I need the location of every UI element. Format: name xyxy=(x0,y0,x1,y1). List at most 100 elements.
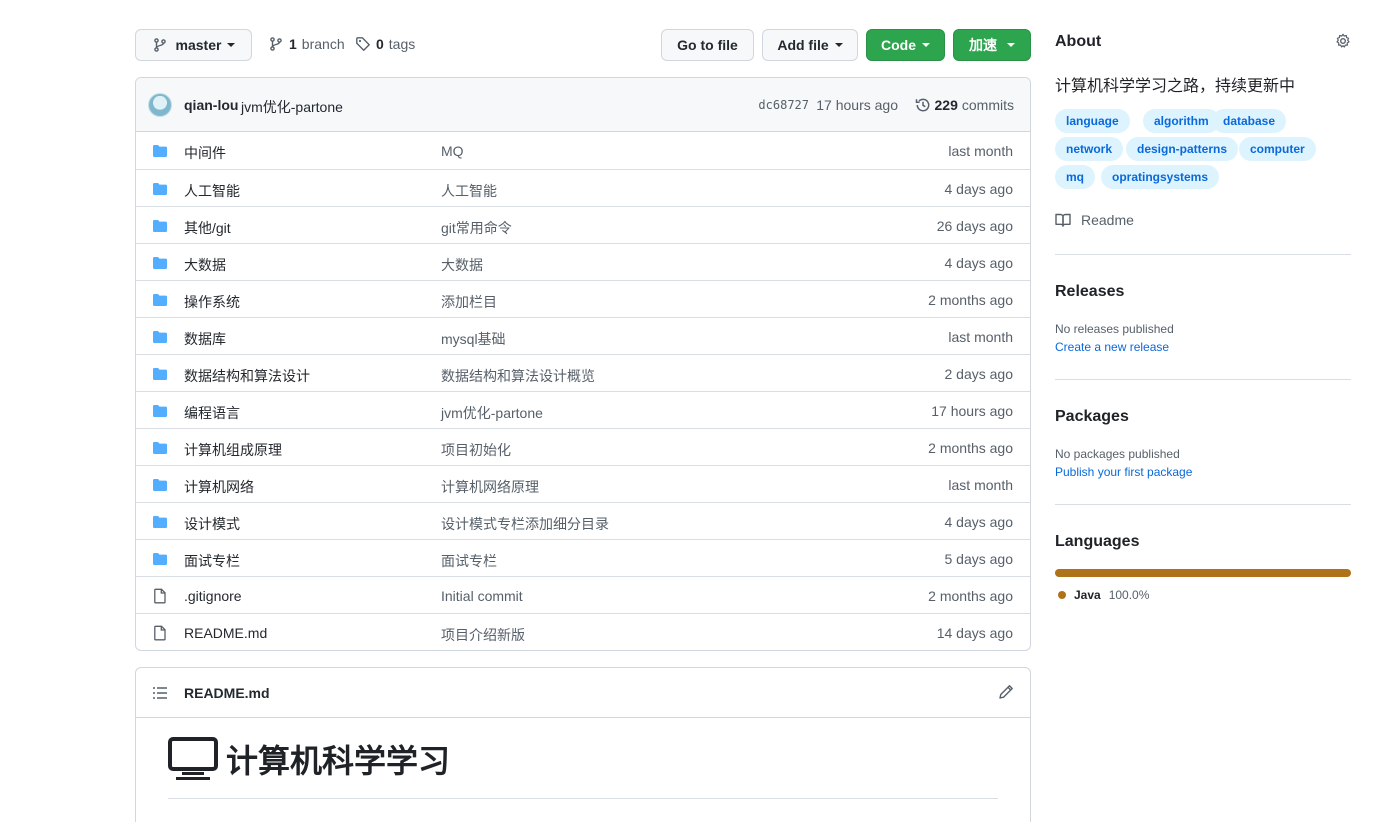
topic-tag[interactable]: network xyxy=(1055,137,1124,161)
file-row[interactable]: 其他/git git常用命令 26 days ago xyxy=(136,206,1030,243)
file-name-link[interactable]: 中间件 xyxy=(184,143,226,163)
topic-tag[interactable]: language xyxy=(1055,109,1130,133)
gear-icon[interactable] xyxy=(1335,33,1351,49)
tag-icon xyxy=(355,36,371,52)
readme-heading-text: 计算机科学学习 xyxy=(226,743,451,779)
readme-link[interactable]: Readme xyxy=(1055,212,1134,228)
file-name-link[interactable]: 设计模式 xyxy=(184,514,240,534)
commits-link[interactable]: 229 commits xyxy=(915,97,1014,113)
topic-tag[interactable]: mq xyxy=(1055,165,1095,189)
file-commit-time: last month xyxy=(948,329,1013,345)
file-name-link[interactable]: 操作系统 xyxy=(184,292,240,312)
folder-icon xyxy=(152,218,168,234)
file-row[interactable]: .gitignore Initial commit 2 months ago xyxy=(136,576,1030,613)
divider xyxy=(1055,254,1351,255)
add-file-button[interactable]: Add file xyxy=(762,29,858,61)
file-commit-message[interactable]: 人工智能 xyxy=(441,181,497,201)
file-name-link[interactable]: 其他/git xyxy=(184,218,231,238)
topic-tag[interactable]: design-patterns xyxy=(1126,137,1239,161)
chevron-down-icon xyxy=(1007,43,1015,47)
file-commit-message[interactable]: 大数据 xyxy=(441,255,483,275)
file-commit-time: 4 days ago xyxy=(944,255,1014,271)
file-commit-time: 2 days ago xyxy=(944,366,1014,382)
file-row[interactable]: 面试专栏 面试专栏 5 days ago xyxy=(136,539,1030,576)
file-row[interactable]: 数据库 mysql基础 last month xyxy=(136,317,1030,354)
file-name-link[interactable]: 计算机网络 xyxy=(184,477,254,497)
file-commit-message[interactable]: 面试专栏 xyxy=(441,551,497,571)
folder-icon xyxy=(152,477,168,493)
packages-title[interactable]: Packages xyxy=(1055,408,1129,426)
languages-title: Languages xyxy=(1055,533,1140,550)
commit-author[interactable]: qian-lou xyxy=(184,97,238,113)
commit-message[interactable]: jvm优化-partone xyxy=(241,97,343,117)
file-row[interactable]: 计算机组成原理 项目初始化 2 months ago xyxy=(136,428,1030,465)
file-commit-message[interactable]: 设计模式专栏添加细分目录 xyxy=(441,514,609,534)
folder-icon xyxy=(152,551,168,567)
folder-icon xyxy=(152,292,168,308)
branch-select-button[interactable]: master xyxy=(135,29,252,61)
file-name-link[interactable]: 大数据 xyxy=(184,255,226,275)
readme-heading: 计算机科学学习 xyxy=(168,736,450,782)
chevron-down-icon xyxy=(922,43,930,47)
about-title: About xyxy=(1055,33,1102,50)
latest-commit-bar: qian-lou jvm优化-partone dc68727 17 hours … xyxy=(136,78,1030,132)
file-commit-message[interactable]: 添加栏目 xyxy=(441,292,497,312)
file-row[interactable]: 人工智能 人工智能 4 days ago xyxy=(136,169,1030,206)
topic-tag[interactable]: database xyxy=(1212,109,1287,133)
file-commit-message[interactable]: git常用命令 xyxy=(441,218,512,238)
publish-package-link[interactable]: Publish your first package xyxy=(1055,465,1192,479)
releases-title[interactable]: Releases xyxy=(1055,283,1124,301)
file-row[interactable]: README.md 项目介绍新版 14 days ago xyxy=(136,613,1030,650)
git-branch-icon xyxy=(268,36,284,52)
file-row[interactable]: 大数据 大数据 4 days ago xyxy=(136,243,1030,280)
commit-count-label: commits xyxy=(961,97,1014,113)
chevron-down-icon xyxy=(834,43,843,47)
file-name-link[interactable]: 计算机组成原理 xyxy=(184,440,282,460)
file-commit-message[interactable]: 项目初始化 xyxy=(441,440,511,460)
file-name-link[interactable]: 编程语言 xyxy=(184,403,240,423)
file-row[interactable]: 数据结构和算法设计 数据结构和算法设计概览 2 days ago xyxy=(136,354,1030,391)
file-row[interactable]: 计算机网络 计算机网络原理 last month xyxy=(136,465,1030,502)
branches-link[interactable]: 1 branch xyxy=(268,36,345,52)
branch-label: branch xyxy=(301,36,345,52)
file-row[interactable]: 操作系统 添加栏目 2 months ago xyxy=(136,280,1030,317)
branch-name: master xyxy=(175,37,222,53)
commit-sha[interactable]: dc68727 xyxy=(758,98,809,112)
file-commit-message[interactable]: mysql基础 xyxy=(441,329,506,349)
file-commit-message[interactable]: 项目介绍新版 xyxy=(441,625,525,645)
topic-tag[interactable]: algorithm xyxy=(1143,109,1220,133)
language-name: Java xyxy=(1074,588,1101,602)
file-commit-message[interactable]: jvm优化-partone xyxy=(441,403,543,423)
file-name-link[interactable]: 数据结构和算法设计 xyxy=(184,366,310,386)
pencil-icon[interactable] xyxy=(998,684,1014,700)
code-button[interactable]: Code xyxy=(866,29,945,61)
file-row[interactable]: 设计模式 设计模式专栏添加细分目录 4 days ago xyxy=(136,502,1030,539)
create-release-link[interactable]: Create a new release xyxy=(1055,340,1169,354)
file-commit-message[interactable]: 数据结构和算法设计概览 xyxy=(441,366,595,386)
readme-title[interactable]: README.md xyxy=(184,685,270,701)
speed-button[interactable]: 加速 xyxy=(953,29,1031,61)
file-commit-time: 14 days ago xyxy=(936,625,1013,641)
file-commit-message[interactable]: 计算机网络原理 xyxy=(441,477,539,497)
file-commit-message[interactable]: Initial commit xyxy=(441,588,523,604)
topic-tag[interactable]: opratingsystems xyxy=(1101,165,1220,189)
file-name-link[interactable]: README.md xyxy=(184,625,267,641)
file-name-link[interactable]: 数据库 xyxy=(184,329,226,349)
branch-count: 1 xyxy=(289,36,297,52)
go-to-file-button[interactable]: Go to file xyxy=(661,29,754,61)
language-color-dot xyxy=(1058,591,1066,599)
file-name-link[interactable]: 人工智能 xyxy=(184,181,240,201)
folder-icon xyxy=(152,403,168,419)
list-unordered-icon[interactable] xyxy=(152,685,168,701)
file-commit-message[interactable]: MQ xyxy=(441,143,464,159)
avatar[interactable] xyxy=(148,93,172,117)
topic-tag[interactable]: computer xyxy=(1239,137,1316,161)
file-name-link[interactable]: 面试专栏 xyxy=(184,551,240,571)
commit-count: 229 xyxy=(934,97,958,113)
file-row[interactable]: 编程语言 jvm优化-partone 17 hours ago xyxy=(136,391,1030,428)
file-row[interactable]: 中间件 MQ last month xyxy=(136,132,1030,169)
file-name-link[interactable]: .gitignore xyxy=(184,588,242,604)
tags-link[interactable]: 0 tags xyxy=(355,36,415,52)
add-file-label: Add file xyxy=(777,37,829,53)
language-item[interactable]: Java 100.0% xyxy=(1058,588,1149,602)
